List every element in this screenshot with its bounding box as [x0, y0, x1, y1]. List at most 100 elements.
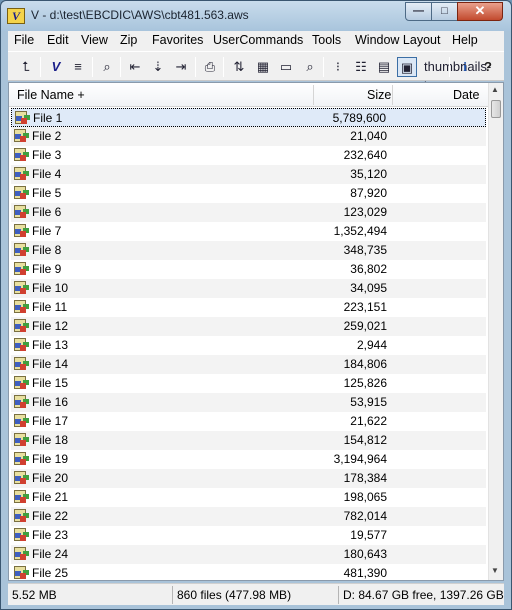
print-icon[interactable]: ⎙ — [200, 57, 220, 77]
help-icon[interactable]: ? — [478, 57, 498, 77]
file-size: 36,802 — [350, 262, 387, 276]
nav-right-icon[interactable]: ⇥ — [171, 57, 191, 77]
table-row[interactable]: File 11 223,151 — [11, 298, 486, 317]
table-row[interactable]: File 4 35,120 — [11, 165, 486, 184]
window-title: V - d:\test\EBCDIC\AWS\cbt481.563.aws — [31, 8, 249, 22]
menu-favorites[interactable]: Favorites — [152, 33, 203, 47]
info-icon[interactable]: i — [455, 57, 475, 77]
file-size: 232,640 — [343, 148, 387, 162]
table-row[interactable]: File 10 34,095 — [11, 279, 486, 298]
table-row[interactable]: File 21 198,065 — [11, 488, 486, 507]
column-divider[interactable] — [392, 85, 393, 105]
calculator-icon[interactable]: ▦ — [253, 57, 273, 77]
table-row[interactable]: File 24 180,643 — [11, 545, 486, 564]
find-icon[interactable]: ⌕ — [300, 57, 320, 77]
file-size: 53,915 — [350, 395, 387, 409]
menu-bar: File Edit View Zip Favorites UserCommand… — [8, 31, 504, 51]
menu-usercommands[interactable]: UserCommands — [213, 33, 303, 47]
nav-left-icon[interactable]: ⇤ — [125, 57, 145, 77]
scroll-thumb[interactable] — [491, 100, 501, 118]
hex-view-icon[interactable]: ≡ — [68, 57, 88, 77]
file-size: 123,029 — [343, 205, 387, 219]
table-row[interactable]: File 25 481,390 — [11, 564, 486, 583]
table-row[interactable]: File 15 125,826 — [11, 374, 486, 393]
status-disk-space: D: 84.67 GB free, 1397.26 GB — [343, 588, 504, 602]
menu-tools[interactable]: Tools — [312, 33, 341, 47]
thumbnails-icon[interactable]: thumbnails-icon — [424, 57, 491, 94]
column-header-name[interactable]: File Name + — [17, 88, 85, 102]
sort-icon[interactable]: ⇅ — [229, 57, 249, 77]
table-row[interactable]: File 1 5,789,600 — [11, 108, 486, 127]
table-row[interactable]: File 14 184,806 — [11, 355, 486, 374]
menu-window-layout[interactable]: Window Layout — [355, 33, 440, 47]
table-row[interactable]: File 12 259,021 — [11, 317, 486, 336]
file-name: File 25 — [32, 566, 69, 580]
table-row[interactable]: File 6 123,029 — [11, 203, 486, 222]
list-header: File Name + Size Date — [9, 83, 488, 107]
binoculars-icon[interactable]: ⌕ — [97, 57, 117, 77]
title-bar[interactable]: V V - d:\test\EBCDIC\AWS\cbt481.563.aws … — [1, 1, 511, 31]
menu-edit[interactable]: Edit — [47, 33, 69, 47]
file-name: File 3 — [32, 148, 62, 162]
details-view-active-icon[interactable]: ▣ — [397, 57, 417, 77]
file-size: 21,040 — [350, 129, 387, 143]
file-name: File 24 — [32, 547, 69, 561]
table-row[interactable]: File 16 53,915 — [11, 393, 486, 412]
column-divider[interactable] — [313, 85, 314, 105]
menu-help[interactable]: Help — [452, 33, 478, 47]
file-icon — [14, 528, 30, 543]
toolbar-separator — [40, 57, 41, 77]
file-name: File 18 — [32, 433, 69, 447]
table-row[interactable]: File 17 21,622 — [11, 412, 486, 431]
column-header-size[interactable]: Size — [367, 88, 391, 102]
file-size: 35,120 — [350, 167, 387, 181]
file-icon — [14, 471, 30, 486]
menu-file[interactable]: File — [14, 33, 34, 47]
file-name: File 12 — [32, 319, 69, 333]
table-row[interactable]: File 23 19,577 — [11, 526, 486, 545]
menu-view[interactable]: View — [81, 33, 108, 47]
table-row[interactable]: File 5 87,920 — [11, 184, 486, 203]
table-row[interactable]: File 3 232,640 — [11, 146, 486, 165]
up-folder-icon[interactable]: ⮤ — [16, 57, 36, 77]
file-name: File 13 — [32, 338, 69, 352]
window-icon[interactable]: ▭ — [276, 57, 296, 77]
v-logo-icon[interactable]: V — [46, 57, 66, 77]
file-icon — [14, 243, 30, 258]
table-row[interactable]: File 13 2,944 — [11, 336, 486, 355]
table-row[interactable]: File 2 21,040 — [11, 127, 486, 146]
table-row[interactable]: File 22 782,014 — [11, 507, 486, 526]
file-icon — [14, 566, 30, 581]
list-view-icon[interactable]: ☷ — [351, 57, 371, 77]
file-icon — [15, 111, 31, 126]
small-icons-icon[interactable]: ⁝ — [328, 57, 348, 77]
file-name: File 22 — [32, 509, 69, 523]
vertical-scrollbar[interactable]: ▲ ▼ — [488, 83, 503, 580]
close-button[interactable]: ✕ — [457, 2, 503, 21]
table-row[interactable]: File 18 154,812 — [11, 431, 486, 450]
table-row[interactable]: File 19 3,194,964 — [11, 450, 486, 469]
file-icon — [14, 167, 30, 182]
column-header-date[interactable]: Date — [453, 88, 479, 102]
maximize-button[interactable]: □ — [431, 2, 458, 21]
minimize-button[interactable]: — — [405, 2, 432, 21]
file-name: File 4 — [32, 167, 62, 181]
file-size: 21,622 — [350, 414, 387, 428]
table-row[interactable]: File 7 1,352,494 — [11, 222, 486, 241]
menu-zip[interactable]: Zip — [120, 33, 137, 47]
details-view-icon[interactable]: ▤ — [374, 57, 394, 77]
file-rows: File 1 5,789,600 File 2 21,040 File 3 232,640… — [11, 108, 486, 583]
scroll-down-icon[interactable]: ▼ — [491, 566, 499, 575]
file-icon — [14, 376, 30, 391]
file-name: File 23 — [32, 528, 69, 542]
nav-down-icon[interactable]: ⇣ — [148, 57, 168, 77]
table-row[interactable]: File 20 178,384 — [11, 469, 486, 488]
file-icon — [14, 338, 30, 353]
file-size: 178,384 — [343, 471, 387, 485]
table-row[interactable]: File 8 348,735 — [11, 241, 486, 260]
scroll-up-icon[interactable]: ▲ — [491, 85, 499, 94]
toolbar-separator — [195, 57, 196, 77]
table-row[interactable]: File 9 36,802 — [11, 260, 486, 279]
file-size: 223,151 — [343, 300, 387, 314]
file-icon — [14, 186, 30, 201]
